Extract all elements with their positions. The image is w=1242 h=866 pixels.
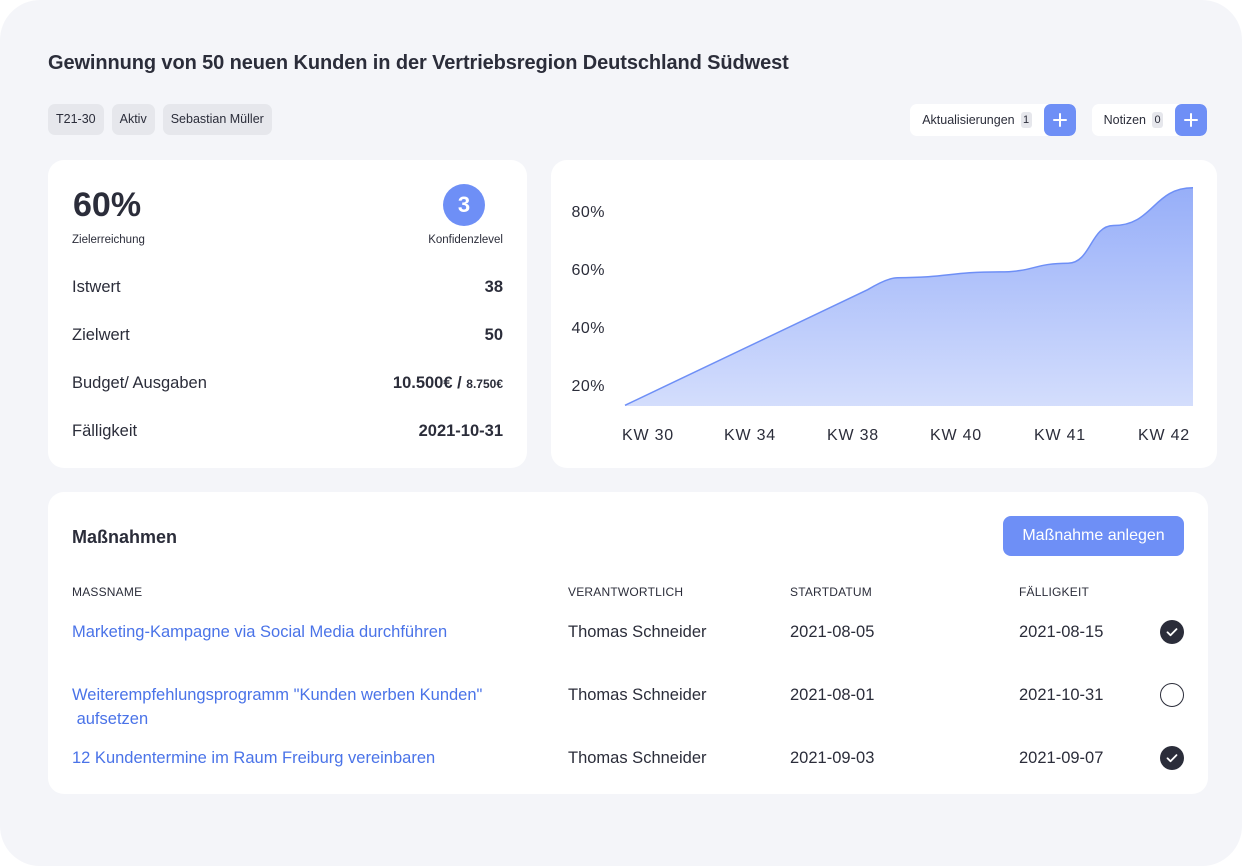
x-tick-label: KW 30 <box>622 427 674 444</box>
notes-action[interactable]: Notizen 0 <box>1091 104 1207 136</box>
kpi-value: 2021-10-31 <box>418 422 503 440</box>
owner-chip[interactable]: Sebastian Müller <box>162 104 272 135</box>
kpi-row-actual: Istwert 38 <box>72 278 503 297</box>
achievement-value: 60% <box>73 186 142 224</box>
measure-due: 2021-08-15 <box>1019 623 1104 641</box>
measures-card: Maßnahmen Maßnahme anlegen MASSNAME VERA… <box>48 492 1208 794</box>
measure-link[interactable]: 12 Kundentermine im Raum Freiburg verein… <box>72 746 512 770</box>
measure-start: 2021-08-05 <box>790 623 875 641</box>
notes-label[interactable]: Notizen <box>1092 113 1152 127</box>
kpi-card: 60% Zielerreichung 3 Konfidenzlevel Istw… <box>48 160 527 468</box>
kpi-label: Fälligkeit <box>72 422 138 440</box>
done-checkbox[interactable] <box>1160 746 1184 770</box>
tag-list: T21-30 Aktiv Sebastian Müller <box>48 104 272 135</box>
notes-count-badge: 0 <box>1152 112 1163 128</box>
achievement-label: Zielerreichung <box>72 234 145 246</box>
measure-start: 2021-09-03 <box>790 749 875 767</box>
header-actions: Aktualisierungen 1 Notizen 0 <box>910 104 1207 136</box>
kpi-row-target: Zielwert 50 <box>72 326 503 345</box>
measures-title: Maßnahmen <box>72 527 178 547</box>
kpi-value-group: 10.500€ / 8.750€ <box>393 374 503 393</box>
x-tick-label: KW 41 <box>1034 427 1086 444</box>
column-header-start[interactable]: STARTDATUM <box>790 585 872 599</box>
plus-icon <box>1052 113 1067 127</box>
measure-owner: Thomas Schneider <box>568 623 707 641</box>
measure-due: 2021-09-07 <box>1019 749 1104 767</box>
kpi-row-due: Fälligkeit 2021-10-31 <box>72 422 503 441</box>
measure-owner: Thomas Schneider <box>568 686 707 704</box>
y-tick-label: 20% <box>571 378 605 395</box>
updates-count-badge: 1 <box>1020 112 1032 128</box>
updates-label[interactable]: Aktualisierungen <box>910 113 1020 127</box>
progress-chart-card: 20% 40% 60% 80% KW 30 KW 34 KW 38 KW 40 KW 41 KW… <box>551 160 1217 468</box>
confidence-label: Konfidenzlevel <box>428 234 503 246</box>
add-update-button[interactable] <box>1043 104 1076 136</box>
confidence-badge: 3 <box>443 184 485 226</box>
open-checkbox[interactable] <box>1160 683 1184 707</box>
kpi-label: Budget/ Ausgaben <box>72 374 207 392</box>
spent-value: 8.750€ <box>466 377 503 391</box>
measure-owner: Thomas Schneider <box>568 749 707 767</box>
add-measure-button[interactable]: Maßnahme anlegen <box>1003 516 1184 556</box>
measure-link[interactable]: Marketing-Kampagne via Social Media durc… <box>72 620 512 644</box>
chart-area <box>625 187 1193 406</box>
measure-link[interactable]: Weiterempfehlungsprogramm "Kunden werben… <box>72 683 512 731</box>
column-header-owner[interactable]: VERANTWORTLICH <box>568 585 683 599</box>
y-tick-label: 40% <box>571 320 605 337</box>
measure-link-line2[interactable]: aufsetzen <box>72 710 149 728</box>
measure-link-line1[interactable]: Weiterempfehlungsprogramm "Kunden werben… <box>72 686 482 704</box>
page-title: Gewinnung von 50 neuen Kunden in der Ver… <box>48 52 789 74</box>
id-chip[interactable]: T21-30 <box>48 104 104 135</box>
y-tick-label: 60% <box>571 262 605 279</box>
kpi-row-budget: Budget/ Ausgaben 10.500€ / 8.750€ <box>72 374 503 393</box>
x-tick-label: KW 38 <box>827 427 879 444</box>
kpi-label: Istwert <box>72 278 121 296</box>
add-note-button[interactable] <box>1175 104 1207 136</box>
app-frame: Gewinnung von 50 neuen Kunden in der Ver… <box>0 0 1242 866</box>
check-circle-icon <box>1166 754 1178 763</box>
measure-due: 2021-10-31 <box>1019 686 1104 704</box>
x-tick-label: KW 40 <box>930 427 982 444</box>
progress-chart: 20% 40% 60% 80% KW 30 KW 34 KW 38 KW 40 KW 41 KW… <box>571 187 1194 444</box>
plus-icon <box>1184 113 1198 127</box>
done-checkbox[interactable] <box>1160 620 1184 644</box>
measure-start: 2021-08-01 <box>790 686 875 704</box>
kpi-value: 38 <box>484 278 503 296</box>
updates-action[interactable]: Aktualisierungen 1 <box>910 104 1076 136</box>
column-header-name[interactable]: MASSNAME <box>72 585 142 599</box>
kpi-value: 50 <box>484 326 503 344</box>
column-header-due[interactable]: FÄLLIGKEIT <box>1019 585 1089 599</box>
kpi-label: Zielwert <box>72 326 130 344</box>
budget-value: 10.500€ / <box>392 374 462 392</box>
x-tick-label: KW 42 <box>1138 427 1190 444</box>
x-tick-label: KW 34 <box>724 427 776 444</box>
y-tick-label: 80% <box>571 204 605 221</box>
status-chip[interactable]: Aktiv <box>111 104 155 135</box>
check-circle-icon <box>1166 628 1178 637</box>
